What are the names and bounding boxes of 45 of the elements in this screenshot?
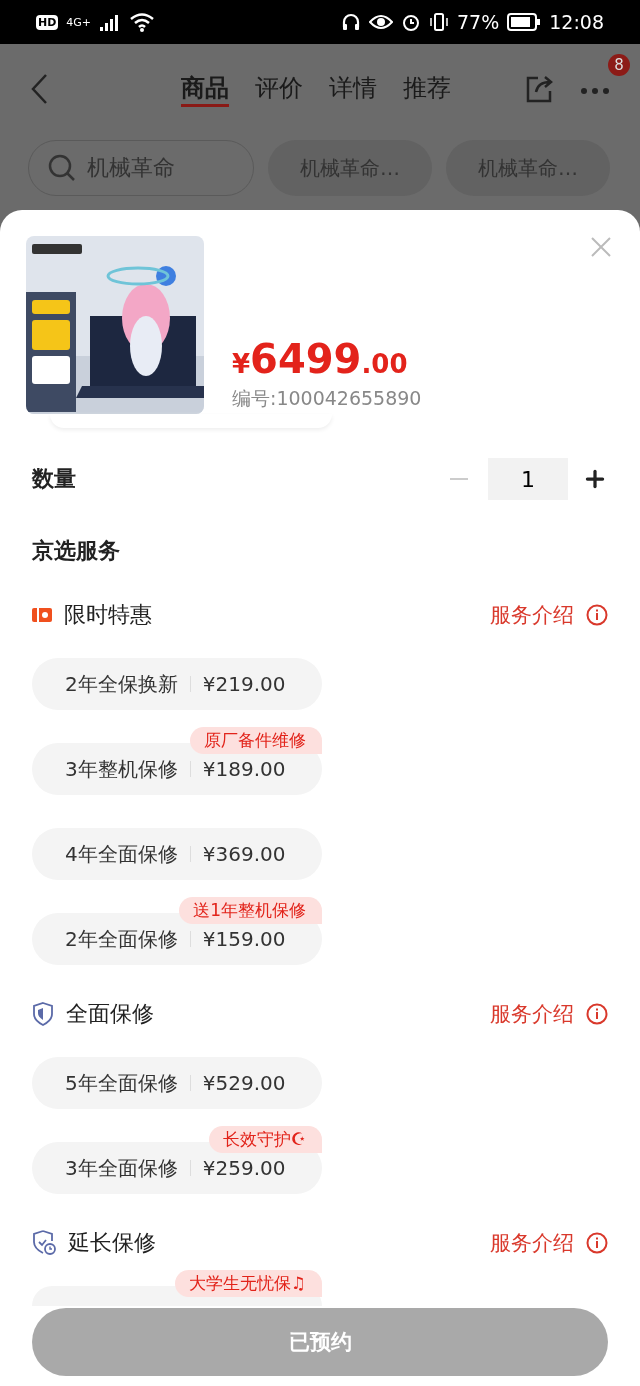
notification-badge: 8 <box>608 53 630 76</box>
service-option[interactable]: 4年全面保修 ¥369.00 <box>32 828 322 880</box>
quantity-label: 数量 <box>32 465 76 493</box>
nav-tab[interactable]: 商品 <box>181 71 229 107</box>
more-icon[interactable] <box>580 86 610 95</box>
group-title: 全面保修 <box>66 1000 154 1028</box>
search-icon <box>47 153 77 183</box>
promo-tag: 大学生无忧保♫ <box>174 1270 322 1297</box>
quantity-field[interactable]: 1 <box>488 458 568 500</box>
vibrate-icon <box>429 12 449 32</box>
eye-icon <box>369 13 393 31</box>
service-intro-link[interactable]: 服务介绍 <box>490 601 574 629</box>
nav-tab[interactable]: 评价 <box>255 71 303 107</box>
info-icon[interactable] <box>586 604 608 626</box>
clock-time: 12:08 <box>549 11 604 33</box>
share-icon[interactable] <box>524 74 554 104</box>
back-icon[interactable] <box>30 73 48 105</box>
battery-percentage: 77% <box>457 11 500 33</box>
service-intro-link[interactable]: 服务介绍 <box>490 1229 574 1257</box>
promo-tag: 原厂备件维修 <box>190 727 322 754</box>
service-intro-link[interactable]: 服务介绍 <box>490 1000 574 1028</box>
promo-tag: 送1年整机保修 <box>179 897 322 924</box>
minus-icon <box>450 478 468 480</box>
info-icon[interactable] <box>586 1232 608 1254</box>
nav-tab[interactable]: 推荐 <box>403 71 451 107</box>
info-icon[interactable] <box>586 1003 608 1025</box>
battery-icon <box>507 13 542 31</box>
group-title: 延长保修 <box>68 1229 156 1257</box>
close-icon[interactable] <box>590 236 612 258</box>
service-option[interactable]: 2年全保换新 ¥219.00 <box>32 658 322 710</box>
group-title: 限时特惠 <box>64 601 152 629</box>
alarm-icon <box>401 12 421 32</box>
promo-tag: 长效守护☪ <box>208 1126 322 1153</box>
product-sku: 编号:100042655890 <box>232 386 422 411</box>
network-label: 4G+ <box>66 15 92 29</box>
product-price: ¥6499.00 <box>232 336 409 382</box>
shield-clock-icon <box>32 1230 56 1256</box>
wifi-icon <box>129 12 156 32</box>
coupon-icon <box>32 608 52 622</box>
service-option[interactable]: 5年全面保修 ¥529.00 <box>32 1057 322 1109</box>
headphones-icon <box>341 12 361 32</box>
section-title: 京选服务 <box>32 537 121 565</box>
nav-tab[interactable]: 详情 <box>329 71 377 107</box>
hd-indicator: HD <box>36 14 59 30</box>
shield-icon <box>32 1002 54 1026</box>
